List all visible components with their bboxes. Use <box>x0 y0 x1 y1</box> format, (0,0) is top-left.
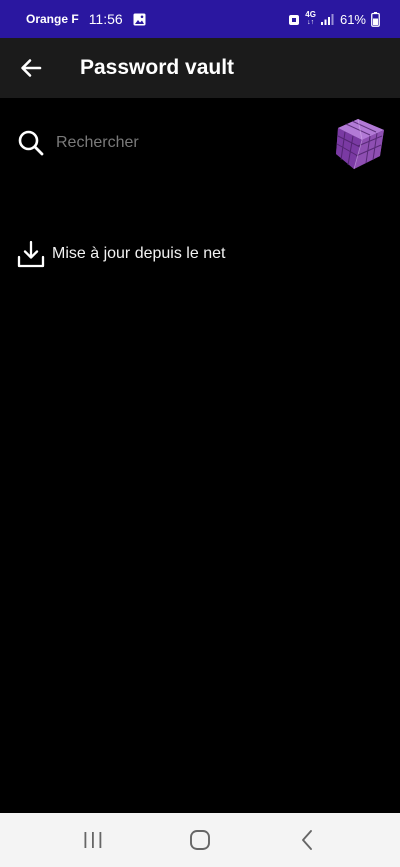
recents-button[interactable] <box>63 820 123 860</box>
status-time: 11:56 <box>88 11 123 27</box>
recents-icon <box>84 832 102 848</box>
battery-percent: 61% <box>339 11 366 27</box>
status-bar: Orange F 11:56 4G ↓↑ 61% <box>0 0 400 38</box>
nav-back-icon <box>301 830 312 850</box>
update-label: Mise à jour depuis le net <box>52 245 226 262</box>
status-left: Orange F 11:56 <box>26 11 146 27</box>
image-notification-icon <box>133 13 146 26</box>
purple-cube-logo <box>332 116 388 172</box>
alarm-icon <box>288 13 300 26</box>
home-icon <box>190 830 210 850</box>
search-icon <box>16 128 46 158</box>
search-input[interactable] <box>56 134 306 152</box>
network-type-label: 4G <box>305 10 316 19</box>
battery-icon <box>371 11 380 27</box>
app-screen: Orange F 11:56 4G ↓↑ 61% Password vault … <box>0 0 400 867</box>
data-arrows-icon: ↓↑ <box>307 19 315 26</box>
app-bar: Password vault <box>0 38 400 98</box>
page-title: Password vault <box>80 56 235 79</box>
search-bar <box>0 112 400 174</box>
arrow-left-icon <box>21 59 42 77</box>
download-icon <box>16 239 46 269</box>
system-nav-bar <box>0 813 400 867</box>
update-from-net-button[interactable]: Mise à jour depuis le net <box>0 234 400 274</box>
nav-back-button[interactable] <box>277 820 337 860</box>
home-button[interactable] <box>170 820 230 860</box>
back-button[interactable] <box>16 53 46 83</box>
signal-icon <box>320 13 335 25</box>
status-right: 4G ↓↑ 61% <box>288 11 380 27</box>
network-type-icon: 4G ↓↑ <box>305 11 316 27</box>
carrier-name: Orange F <box>26 12 79 26</box>
